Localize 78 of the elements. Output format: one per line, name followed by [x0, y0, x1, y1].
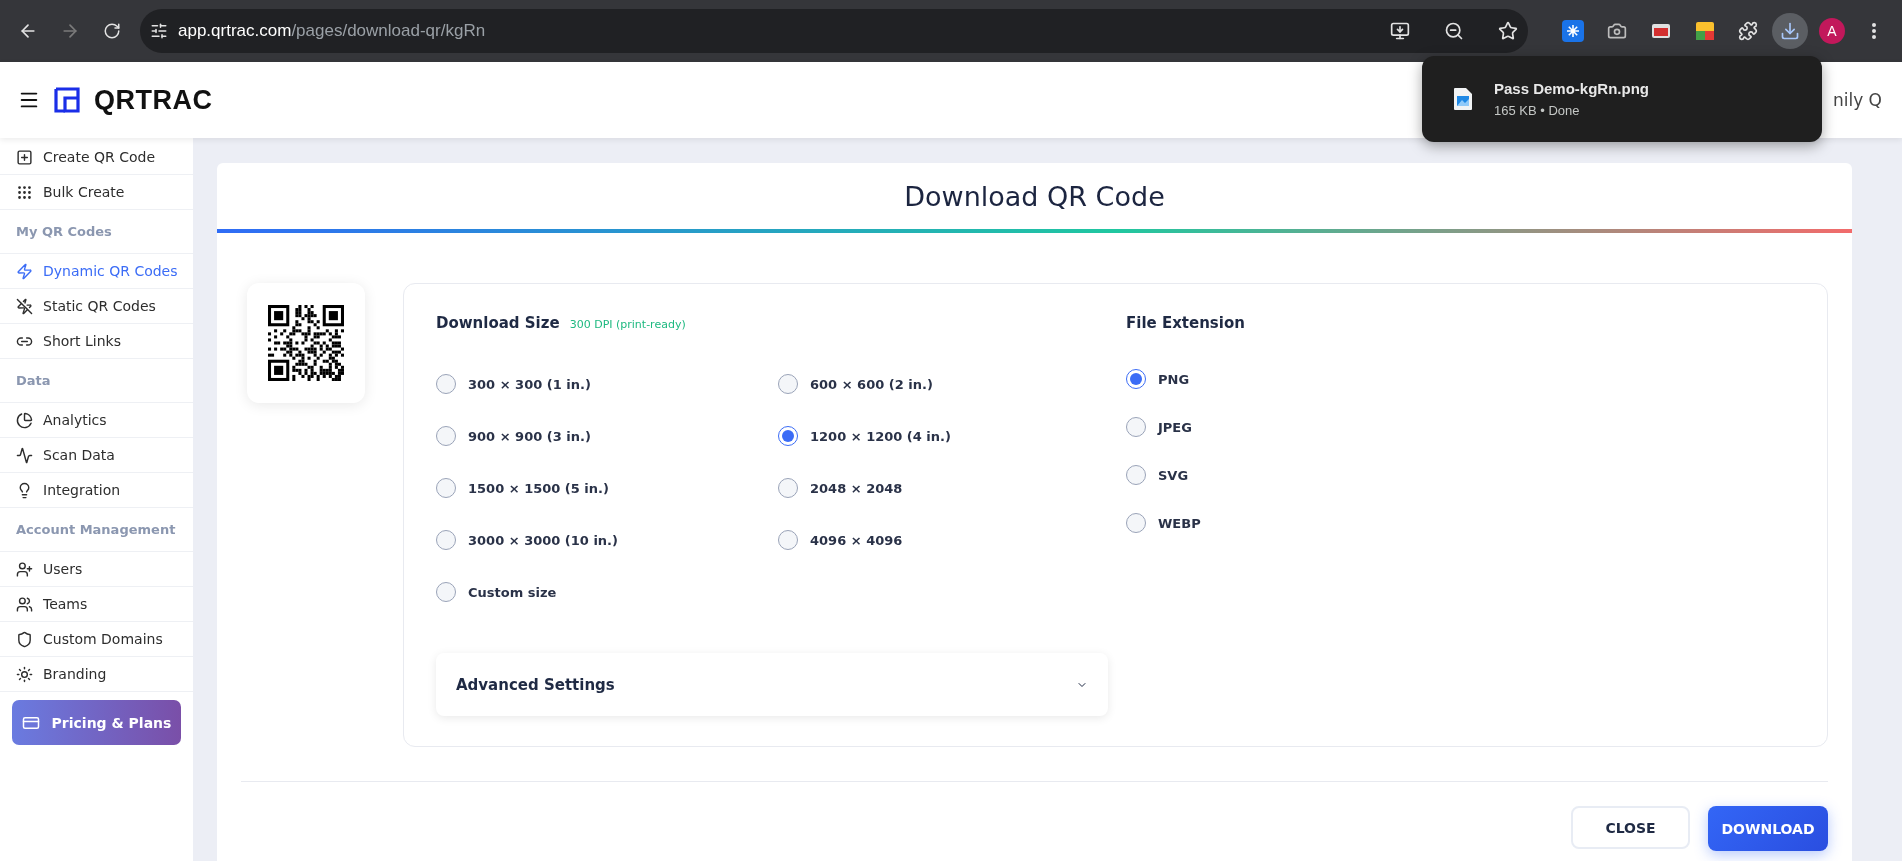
radio-option[interactable]: 3000 × 3000 (10 in.) — [436, 525, 778, 556]
sidebar-section-label: My QR Codes — [0, 210, 193, 254]
radio-option[interactable]: 4096 × 4096 — [778, 525, 1078, 556]
lightning-icon — [16, 262, 33, 280]
radio-button[interactable] — [1126, 369, 1146, 389]
download-button[interactable]: DOWNLOAD — [1708, 806, 1828, 851]
sidebar-item[interactable]: Teams — [0, 587, 193, 622]
logo-text: QRTRAC — [94, 84, 213, 116]
sidebar-item[interactable]: Analytics — [0, 403, 193, 438]
user-plus-icon — [16, 560, 33, 578]
pulse-icon — [16, 446, 33, 464]
pricing-button[interactable]: Pricing & Plans — [12, 700, 181, 745]
advanced-settings-toggle[interactable]: Advanced Settings — [436, 653, 1108, 716]
sidebar-item[interactable]: Integration — [0, 473, 193, 508]
section-heading: File Extension — [1126, 314, 1245, 332]
section-heading: Download Size — [436, 314, 560, 332]
sidebar-item[interactable]: Bulk Create — [0, 175, 193, 210]
users-icon — [16, 595, 33, 613]
install-app-icon[interactable] — [1390, 21, 1410, 41]
profile-avatar[interactable]: A — [1819, 18, 1845, 44]
color-extension-icon[interactable] — [1694, 20, 1716, 42]
radio-option[interactable]: JPEG — [1126, 412, 1426, 442]
download-icon — [1780, 21, 1800, 41]
grid-dots-icon — [16, 183, 33, 201]
radio-option[interactable]: 900 × 900 (3 in.) — [436, 421, 778, 452]
radio-button[interactable] — [436, 478, 456, 499]
dpi-hint: 300 DPI (print-ready) — [569, 318, 686, 331]
logo-icon — [54, 87, 80, 113]
sidebar-item[interactable]: Branding — [0, 657, 193, 692]
sidebar-item[interactable]: Static QR Codes — [0, 289, 193, 324]
radio-button[interactable] — [778, 426, 798, 447]
sidebar-item[interactable]: Scan Data — [0, 438, 193, 473]
sidebar-item[interactable]: Short Links — [0, 324, 193, 359]
radio-option[interactable]: Custom size — [436, 577, 778, 608]
bookmark-star-icon[interactable] — [1498, 21, 1518, 41]
radio-option[interactable]: 600 × 600 (2 in.) — [778, 369, 1078, 400]
vertical-dots-icon — [1872, 23, 1876, 39]
pie-chart-icon — [16, 411, 33, 429]
sidebar-item[interactable]: Dynamic QR Codes — [0, 254, 193, 289]
radio-button[interactable] — [436, 426, 456, 447]
radio-button[interactable] — [436, 530, 456, 551]
radio-button[interactable] — [1126, 513, 1146, 533]
close-button[interactable]: CLOSE — [1571, 806, 1690, 849]
radio-option[interactable]: PNG — [1126, 364, 1426, 394]
image-file-icon — [1454, 88, 1472, 110]
download-status: 165 KB • Done — [1494, 103, 1581, 118]
radio-option[interactable]: 1500 × 1500 (5 in.) — [436, 473, 778, 504]
lightning-off-icon — [16, 297, 33, 315]
sidebar-section-label: Data — [0, 359, 193, 403]
dialog-title: Download QR Code — [903, 179, 1166, 214]
radio-option[interactable]: WEBP — [1126, 508, 1426, 538]
download-button[interactable] — [1772, 13, 1808, 49]
radio-button[interactable] — [778, 530, 798, 551]
radio-button[interactable] — [436, 582, 456, 603]
reload-icon — [103, 22, 121, 40]
sidebar-section-label: Account Management — [0, 508, 193, 552]
puzzle-icon — [1738, 21, 1758, 41]
download-filename[interactable]: Pass Demo-kgRn.png — [1494, 80, 1650, 97]
radio-option[interactable]: SVG — [1126, 460, 1426, 490]
radio-button[interactable] — [1126, 417, 1146, 437]
radio-option[interactable]: 1200 × 1200 (4 in.) — [778, 421, 1078, 452]
radio-option[interactable]: 2048 × 2048 — [778, 473, 1078, 504]
sidebar-item[interactable]: Create QR Code — [0, 140, 193, 175]
radio-option[interactable]: 300 × 300 (1 in.) — [436, 369, 778, 400]
shield-icon — [16, 630, 33, 648]
sun-icon — [16, 665, 33, 683]
radio-button[interactable] — [1126, 465, 1146, 485]
radio-button[interactable] — [778, 478, 798, 499]
sidebar-item[interactable]: Custom Domains — [0, 622, 193, 657]
sidebar-item[interactable]: Users — [0, 552, 193, 587]
site-settings-icon[interactable] — [150, 22, 168, 40]
address-bar[interactable]: app.qrtrac.com/pages/download-qr/kgRn — [140, 9, 1528, 53]
user-name[interactable]: nily Q — [1832, 90, 1882, 110]
radio-button[interactable] — [778, 374, 798, 395]
snowflake-extension-icon[interactable] — [1562, 20, 1584, 42]
plus-square-icon — [16, 148, 33, 166]
zoom-out-icon[interactable] — [1444, 21, 1464, 41]
radio-button[interactable] — [436, 374, 456, 395]
